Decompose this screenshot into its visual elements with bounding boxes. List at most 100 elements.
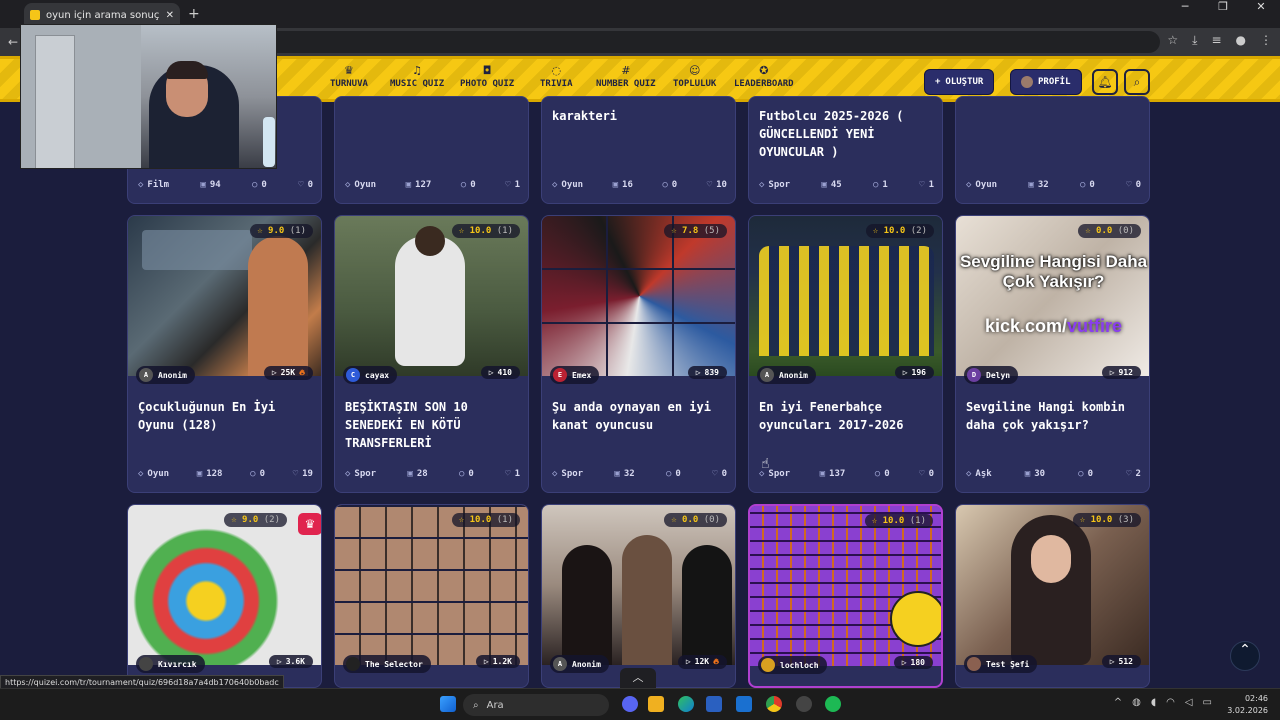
create-button[interactable]: + OLUŞTUR bbox=[924, 69, 995, 95]
search-icon[interactable]: ⌕ bbox=[1124, 69, 1150, 95]
battery-icon[interactable]: ▭ bbox=[1203, 697, 1212, 708]
rating-badge: ☆ 9.0 (2) bbox=[224, 513, 287, 527]
back-icon[interactable]: ← bbox=[8, 35, 18, 49]
edge-icon[interactable] bbox=[678, 696, 694, 712]
card-meta: ◇ Oyun ▣ 128 ○ 0 ♡ 19 bbox=[138, 469, 313, 479]
comment-icon: ○ bbox=[874, 469, 881, 479]
mouse-cursor-icon: ☝︎ bbox=[761, 456, 770, 472]
author-badge[interactable]: A Anonim bbox=[757, 366, 816, 384]
music-icon: ♫ bbox=[412, 64, 423, 77]
comment-icon: ○ bbox=[250, 469, 256, 479]
play-icon: ▷ bbox=[483, 657, 489, 666]
nav-leaderboard[interactable]: ✪ LEADERBOARD bbox=[734, 65, 794, 89]
chat-icon: ◌ bbox=[551, 64, 562, 77]
discord-icon[interactable] bbox=[622, 696, 638, 712]
quiz-card[interactable]: Sevgiline Hangisi Daha Çok Yakışır? kick… bbox=[955, 215, 1150, 493]
taskbar-search[interactable]: ⌕ Ara bbox=[463, 694, 609, 716]
mail-icon[interactable] bbox=[736, 696, 752, 712]
quiz-card[interactable]: ☆ 9.0 (1) A Anonim ▷ 25K 🔥︎ Çocukluğunun En… bbox=[127, 215, 322, 493]
notification-bell-icon[interactable]: 🔔︎ bbox=[1092, 69, 1118, 95]
quiz-card[interactable]: ☆ 10.0 (1) lochloch ▷ 180 bbox=[748, 504, 943, 688]
close-window-icon[interactable]: ✕ bbox=[1242, 0, 1280, 28]
heart-icon: ♡ bbox=[919, 180, 925, 190]
users-icon: ☺ bbox=[688, 64, 701, 77]
volume-icon[interactable]: ◁ bbox=[1185, 697, 1193, 708]
chrome-icon[interactable] bbox=[766, 696, 782, 712]
card-image bbox=[749, 216, 942, 376]
menu-icon[interactable]: ⋮ bbox=[1260, 33, 1272, 48]
comment-icon: ○ bbox=[252, 180, 258, 190]
app-icon[interactable] bbox=[796, 696, 812, 712]
nav-music-quiz[interactable]: ♫ MUSIC QUIZ bbox=[390, 65, 444, 89]
star-icon[interactable]: ☆ bbox=[1167, 33, 1178, 48]
quiz-card[interactable]: ☆ 7.8 (5) E Emex ▷ 839 Şu anda oynayan en … bbox=[541, 215, 736, 493]
nav-topluluk[interactable]: ☺ TOPLULUK bbox=[673, 65, 716, 89]
images-icon: ▣ bbox=[196, 469, 203, 479]
play-icon: ▷ bbox=[695, 368, 701, 377]
card-image bbox=[335, 216, 528, 376]
spotify-icon[interactable] bbox=[825, 696, 841, 712]
quiz-card[interactable]: ☆ 10.0 (1) Ccayax ▷ 410 BEŞİKTAŞIN SON 10… bbox=[334, 215, 529, 493]
store-icon[interactable] bbox=[706, 696, 722, 712]
network-icon[interactable]: ◍ bbox=[1132, 697, 1141, 708]
play-icon: ▷ bbox=[1109, 657, 1115, 666]
card-image bbox=[335, 505, 528, 665]
quiz-card[interactable]: ◇ Oyun ▣ 32 ○ 0 ♡ 0 bbox=[955, 96, 1150, 204]
hash-icon: # bbox=[621, 64, 631, 77]
plays-badge: ▷ 1.2K bbox=[475, 655, 520, 668]
card-meta: ◇ Aşk ▣ 30 ○ 0 ♡ 2 bbox=[966, 469, 1141, 479]
plays-badge: ▷ 180 bbox=[893, 656, 933, 669]
camera-icon: ◘ bbox=[482, 64, 492, 77]
plus-icon: + bbox=[935, 77, 941, 87]
author-badge[interactable]: The Selector bbox=[343, 655, 431, 673]
quiz-card[interactable]: ☆ 0.0 (0) A Anonim ▷ 12K 🔥︎ bbox=[541, 504, 736, 688]
media-icon[interactable]: ≡ bbox=[1211, 33, 1221, 48]
rating-badge: ☆ 10.0 (1) bbox=[451, 224, 520, 238]
card-image bbox=[128, 216, 321, 376]
new-tab-button[interactable]: + bbox=[188, 6, 200, 22]
maximize-icon[interactable]: ❐ bbox=[1204, 0, 1242, 28]
rating-badge: ☆ 10.0 (1) bbox=[451, 513, 520, 527]
nav-turnuva[interactable]: ♛ TURNUVA bbox=[330, 65, 368, 89]
minimize-icon[interactable]: ─ bbox=[1166, 0, 1204, 28]
download-icon[interactable]: ⤓ bbox=[1192, 33, 1197, 48]
close-tab-icon[interactable]: ✕ bbox=[166, 10, 174, 21]
quiz-card[interactable]: ◇ Oyun ▣ 127 ○ 0 ♡ 1 bbox=[334, 96, 529, 204]
quiz-card[interactable]: ☆ 10.0 (3) Test Şefi ▷ 512 bbox=[955, 504, 1150, 688]
file-explorer-icon[interactable] bbox=[648, 696, 664, 712]
author-badge[interactable]: A Anonim bbox=[136, 366, 195, 384]
profile-avatar-icon[interactable]: ● bbox=[1236, 33, 1246, 48]
medal-icon: ✪ bbox=[759, 64, 769, 77]
quiz-card[interactable]: ☆ 9.0 (2) ♛ Kıvırcık ▷ 3.6K bbox=[127, 504, 322, 688]
author-badge[interactable]: Kıvırcık bbox=[136, 655, 205, 673]
nav-trivia[interactable]: ◌ TRIVIA bbox=[540, 65, 573, 89]
heart-icon: ♡ bbox=[706, 180, 713, 190]
quiz-card[interactable]: ☆ 10.0 (2) A Anonim ▷ 196 En iyi Fenerbahç… bbox=[748, 215, 943, 493]
microphone-icon[interactable]: ◖ bbox=[1151, 697, 1156, 708]
avatar bbox=[761, 658, 775, 672]
scroll-to-top-button[interactable]: ⌃ bbox=[1230, 641, 1260, 671]
author-badge[interactable]: Ccayax bbox=[343, 366, 398, 384]
tag-icon: ◇ bbox=[552, 469, 558, 479]
chevron-up-icon[interactable]: ^ bbox=[1114, 697, 1122, 708]
avatar bbox=[1021, 76, 1033, 88]
windows-start-icon[interactable] bbox=[440, 696, 456, 712]
chevron-up-icon[interactable]: ︿ bbox=[620, 668, 656, 688]
card-title: Çocukluğunun En İyi Oyunu (128) bbox=[138, 400, 276, 432]
nav-photo-quiz[interactable]: ◘ PHOTO QUIZ bbox=[460, 65, 514, 89]
comment-icon: ○ bbox=[1078, 469, 1084, 479]
author-badge[interactable]: lochloch bbox=[758, 656, 827, 674]
nav-number-quiz[interactable]: # NUMBER QUIZ bbox=[596, 65, 656, 89]
quiz-card[interactable]: karakteri ◇ Oyun ▣ 16 ○ 0 ♡ 10 bbox=[541, 96, 736, 204]
quiz-card[interactable]: ☆ 10.0 (1) The Selector ▷ 1.2K bbox=[334, 504, 529, 688]
author-badge[interactable]: D Delyn bbox=[964, 366, 1019, 384]
wifi-icon[interactable]: ◠ bbox=[1166, 697, 1175, 708]
play-icon: ▷ bbox=[685, 657, 691, 666]
author-badge[interactable]: Test Şefi bbox=[964, 655, 1038, 673]
plays-badge: ▷ 196 bbox=[894, 366, 934, 379]
quiz-card[interactable]: Futbolcu 2025-2026 ( GÜNCELLENDİ YENİ OY… bbox=[748, 96, 943, 204]
profile-button[interactable]: PROFİL bbox=[1010, 69, 1082, 95]
taskbar-clock[interactable]: 02:46 3.02.2026 bbox=[1227, 693, 1268, 717]
author-badge[interactable]: E Emex bbox=[550, 366, 600, 384]
author-badge[interactable]: A Anonim bbox=[550, 655, 609, 673]
